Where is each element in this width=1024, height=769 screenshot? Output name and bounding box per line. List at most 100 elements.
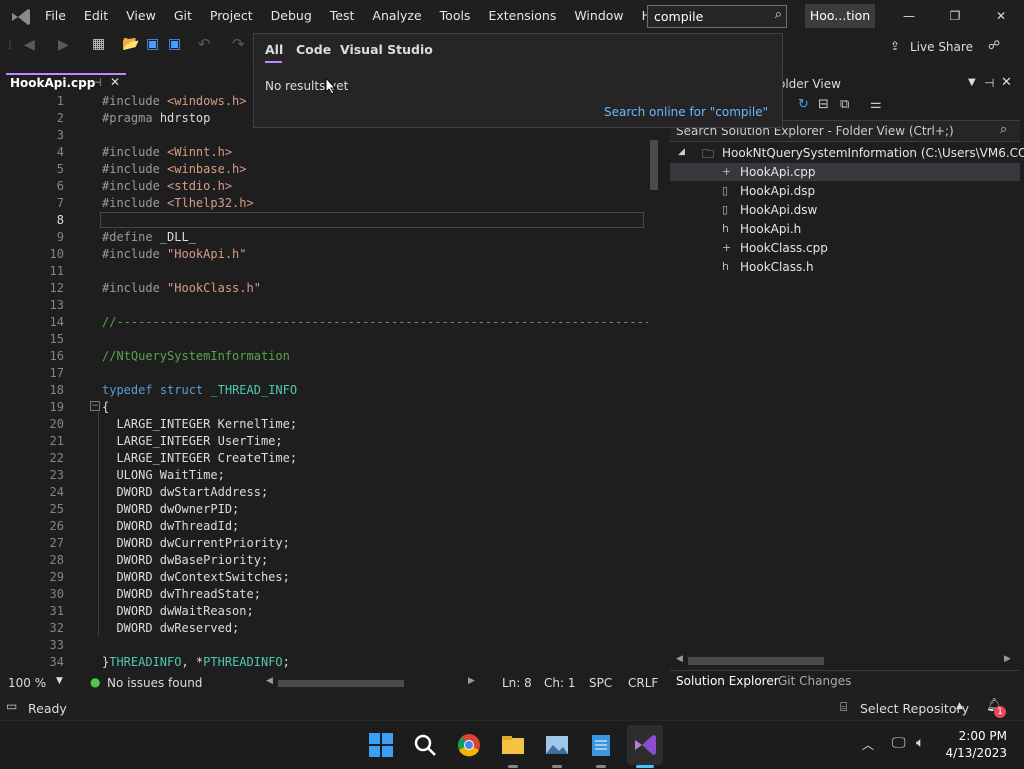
code-line[interactable]: LARGE_INTEGER KernelTime; [102,417,297,431]
code-line[interactable]: { [102,400,109,414]
code-line[interactable]: ULONG WaitTime; [102,468,224,482]
code-line[interactable]: }THREADINFO, *PTHREADINFO; [102,655,290,669]
back-icon[interactable]: ◀ [24,37,35,53]
pin-icon[interactable]: ⊣ [92,76,102,89]
scroll-left-icon[interactable]: ◀ [676,654,683,664]
redo-icon[interactable]: ↷ [232,35,245,53]
forward-icon[interactable]: ▶ [58,37,69,53]
code-line[interactable]: typedef struct _THREAD_INFO [102,383,297,397]
panel-pin-icon[interactable]: ⊣ [984,76,994,90]
menu-analyze[interactable]: Analyze [363,0,430,32]
search-tab-code[interactable]: Code [296,42,331,57]
column-status[interactable]: Ch: 1 [544,676,575,690]
code-line[interactable]: //NtQuerySystemInformation [102,349,290,363]
tree-file-item[interactable]: HookApi.cpp [740,165,815,179]
code-line[interactable]: #define _DLL_ [102,230,196,244]
save-all-icon[interactable]: ▣ [168,36,181,52]
code-line[interactable]: DWORD dwOwnerPID; [102,502,239,516]
restore-button[interactable]: ❐ [932,0,978,32]
h-scrollbar-thumb[interactable] [688,657,824,665]
live-share-button[interactable]: Live Share [910,40,973,54]
code-line[interactable]: DWORD dwStartAddress; [102,485,268,499]
search-icon[interactable]: ⌕ [775,7,782,22]
clock-time[interactable]: 2:00 PM [955,729,1007,743]
photos-icon[interactable] [545,733,569,757]
issues-status[interactable]: No issues found [107,676,202,690]
menu-extensions[interactable]: Extensions [479,0,565,32]
volume-icon[interactable]: 🔈︎ [916,735,924,751]
tree-file-item[interactable]: HookClass.cpp [740,241,828,255]
editor-scroll-right-icon[interactable]: ▶ [468,676,475,686]
menu-project[interactable]: Project [201,0,262,32]
undo-icon[interactable]: ↶ [198,35,211,53]
line-number-status[interactable]: Ln: 8 [502,676,532,690]
code-line[interactable]: #include <stdio.h> [102,179,232,193]
panel-dropdown-icon[interactable]: ▼ [968,77,976,88]
collapse-icon[interactable]: − [90,401,100,411]
search-online-link[interactable]: Search online for "compile" [604,105,768,119]
tree-root-folder[interactable]: HookNtQuerySystemInformation (C:\Users\V… [722,146,1024,160]
properties-icon[interactable]: ⚌ [870,97,882,112]
menu-file[interactable]: File [36,0,75,32]
feedback-icon[interactable]: ☍ [988,38,1000,52]
code-line[interactable]: DWORD dwCurrentPriority; [102,536,289,550]
solution-search-icon[interactable]: ⌕ [1000,122,1007,137]
code-line[interactable]: #include <Winnt.h> [102,145,232,159]
code-line[interactable]: DWORD dwReserved; [102,621,239,635]
visual-studio-taskbar-icon[interactable] [633,733,657,757]
code-line[interactable]: LARGE_INTEGER UserTime; [102,434,282,448]
open-folder-icon[interactable]: 📂 [122,36,139,52]
document-tab[interactable]: HookApi.cpp ⊣ ✕ [6,73,126,94]
search-tab-visual-studio[interactable]: Visual Studio [340,42,433,57]
tray-overflow-icon[interactable]: ︿ [862,736,874,753]
vertical-scrollbar[interactable] [648,132,660,672]
tree-file-item[interactable]: HookApi.dsw [740,203,817,217]
repository-icon[interactable]: ⌸ [840,700,847,715]
code-line[interactable]: LARGE_INTEGER CreateTime; [102,451,297,465]
editor-scroll-left-icon[interactable]: ◀ [266,676,273,686]
live-share-icon[interactable]: ⇪ [890,39,900,53]
tree-file-item[interactable]: HookApi.h [740,222,801,236]
notepad-icon[interactable] [589,733,613,757]
file-explorer-icon[interactable] [501,733,525,757]
tree-file-item[interactable]: HookApi.dsp [740,184,815,198]
refresh-icon[interactable]: ↻ [798,97,809,112]
expand-arrow-icon[interactable]: ◢ [678,147,685,157]
code-line[interactable]: DWORD dwContextSwitches; [102,570,289,584]
code-line[interactable]: DWORD dwWaitReason; [102,604,253,618]
code-line[interactable]: DWORD dwThreadState; [102,587,261,601]
taskbar-search-icon[interactable] [413,733,437,757]
whitespace-status[interactable]: SPC [589,676,612,690]
tab-git-changes[interactable]: Git Changes [778,674,851,688]
chrome-icon[interactable] [457,733,481,757]
menu-tools[interactable]: Tools [431,0,480,32]
collapse-all-icon[interactable]: ⊟ [818,97,829,112]
menu-debug[interactable]: Debug [262,0,321,32]
scroll-right-icon[interactable]: ▶ [1004,654,1011,664]
search-input[interactable] [654,8,764,24]
tree-file-item[interactable]: HookClass.h [740,260,814,274]
minimize-button[interactable]: — [886,0,932,32]
code-line[interactable]: #include "HookApi.h" [102,247,247,261]
network-icon[interactable]: 🖵 [892,735,906,751]
new-item-icon[interactable]: ▦ [92,36,105,52]
solution-title-badge[interactable]: Hoo...tion [805,4,875,28]
code-line[interactable]: #include <windows.h> [102,94,247,108]
horizontal-scrollbar[interactable]: ◀ ▶ [674,654,1014,668]
clock-date[interactable]: 4/13/2023 [943,746,1007,760]
code-line[interactable]: DWORD dwThreadId; [102,519,239,533]
code-line[interactable]: #include <Tlhelp32.h> [102,196,254,210]
code-editor[interactable]: 1 #include <windows.h> 2 #pragma hdrstop 3 4 #… [6,92,662,674]
menu-test[interactable]: Test [321,0,364,32]
save-icon[interactable]: ▣ [146,36,159,52]
code-line[interactable]: #include <winbase.h> [102,162,247,176]
menu-view[interactable]: View [117,0,165,32]
menu-git[interactable]: Git [165,0,201,32]
select-repository-button[interactable]: Select Repository [860,701,969,716]
line-ending-status[interactable]: CRLF [628,676,658,690]
zoom-level[interactable]: 100 % [8,676,46,690]
editor-h-scrollbar-thumb[interactable] [278,680,404,687]
code-line[interactable]: DWORD dwBasePriority; [102,553,268,567]
code-line[interactable]: #pragma hdrstop [102,111,210,125]
tab-solution-explorer[interactable]: Solution Explorer [676,674,779,688]
